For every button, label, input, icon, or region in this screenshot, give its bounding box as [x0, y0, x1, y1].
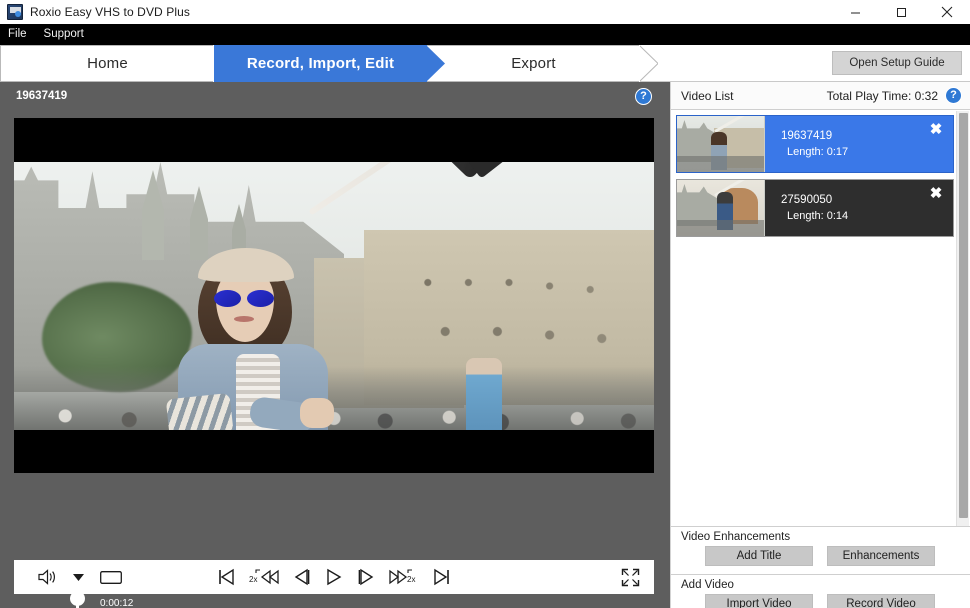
video-list-help-icon[interactable]: ?: [945, 87, 962, 104]
menu-item-file[interactable]: File: [6, 24, 36, 45]
video-enhancements-section: Video Enhancements Add Title Enhancement…: [671, 526, 970, 574]
window-controls: [832, 0, 970, 24]
preview-help-icon[interactable]: ?: [635, 88, 652, 105]
workflow-tabs: Home Record, Import, Edit Export: [0, 45, 970, 82]
remove-video-icon[interactable]: ✖: [929, 187, 943, 201]
scene-crowd: [14, 366, 654, 430]
play-icon[interactable]: [325, 568, 343, 586]
fullscreen-icon[interactable]: [621, 568, 640, 587]
menu-bar: File Support: [0, 24, 970, 45]
open-setup-guide-button[interactable]: Open Setup Guide: [832, 51, 962, 75]
title-bar: Roxio Easy VHS to DVD Plus: [0, 0, 970, 24]
skip-to-end-icon[interactable]: [433, 568, 451, 586]
tab-export-label: Export: [511, 55, 556, 72]
tab-home[interactable]: Home: [0, 45, 214, 82]
video-preview[interactable]: [14, 118, 654, 473]
scene-woman-sunglasses: [214, 290, 276, 307]
rewind-2x-icon[interactable]: 2x: [249, 568, 279, 586]
timeline-scrubber[interactable]: ? 0:00:12 0:17: [14, 598, 654, 608]
maximize-button[interactable]: [878, 0, 924, 24]
tab-chevron-icon: [639, 45, 658, 82]
video-item-name: 27590050: [781, 194, 953, 206]
total-play-time-label: Total Play Time: 0:32: [827, 89, 938, 103]
timeline-current-time: 0:00:12: [100, 598, 133, 608]
video-frame-image: [14, 162, 654, 430]
add-video-label: Add Video: [671, 575, 970, 594]
tab-record-import-edit[interactable]: Record, Import, Edit: [214, 45, 427, 82]
add-video-section: Add Video Import Video Record Video: [671, 574, 970, 608]
video-list-pane: Video List Total Play Time: 0:32 ? 19637…: [670, 82, 970, 608]
video-enhancements-label: Video Enhancements: [671, 527, 970, 546]
scrollbar-thumb[interactable]: [959, 113, 968, 518]
window-title: Roxio Easy VHS to DVD Plus: [30, 5, 190, 19]
preview-pane: 19637419 ?: [0, 82, 670, 608]
svg-text:2x: 2x: [249, 575, 257, 584]
scene-person: [466, 358, 502, 430]
fast-forward-2x-icon[interactable]: 2x: [389, 568, 419, 586]
menu-item-support[interactable]: Support: [42, 24, 93, 45]
total-play-time: Total Play Time: 0:32 ?: [827, 87, 962, 104]
enhancements-button[interactable]: Enhancements: [827, 546, 935, 566]
preview-clip-name: 19637419: [16, 90, 67, 102]
scene-woman-bag: [166, 393, 238, 430]
display-rectangle-icon[interactable]: [100, 571, 122, 584]
step-forward-icon[interactable]: [357, 568, 375, 586]
record-video-button[interactable]: Record Video: [827, 594, 935, 608]
tab-export[interactable]: Export: [427, 45, 640, 82]
svg-text:2x: 2x: [407, 575, 415, 584]
video-item-length: Length: 0:14: [781, 210, 953, 222]
minimize-button[interactable]: [832, 0, 878, 24]
video-list-title: Video List: [681, 89, 733, 103]
speaker-volume-icon[interactable]: [38, 569, 57, 585]
video-list-scrollbar[interactable]: [956, 111, 969, 526]
skip-to-start-icon[interactable]: [217, 568, 235, 586]
playback-controls: 2x: [14, 560, 654, 594]
scene-woman-hand: [300, 398, 334, 428]
video-thumbnail: [677, 116, 765, 172]
video-item-name: 19637419: [781, 130, 953, 142]
tab-chevron-left-icon: [214, 45, 233, 82]
import-video-button[interactable]: Import Video: [705, 594, 813, 608]
video-list-header: Video List Total Play Time: 0:32 ?: [671, 82, 970, 110]
step-back-icon[interactable]: [293, 568, 311, 586]
video-thumbnail: [677, 180, 765, 236]
video-list-item[interactable]: 27590050 Length: 0:14 ✖: [676, 179, 954, 237]
timeline-playhead[interactable]: [76, 600, 79, 608]
tab-record-import-edit-label: Record, Import, Edit: [247, 55, 394, 72]
scene-woman-lips: [234, 316, 254, 322]
video-item-length: Length: 0:17: [781, 146, 953, 158]
chevron-down-icon[interactable]: [73, 573, 84, 582]
add-title-button[interactable]: Add Title: [705, 546, 813, 566]
main-content: 19637419 ?: [0, 82, 970, 608]
app-logo-icon: [7, 4, 23, 20]
video-list-items: 19637419 Length: 0:17 ✖ 27590050 Length:…: [671, 111, 970, 526]
application-window: Roxio Easy VHS to DVD Plus File Support …: [0, 0, 970, 608]
remove-video-icon[interactable]: ✖: [929, 123, 943, 137]
tab-home-label: Home: [87, 55, 128, 72]
close-button[interactable]: [924, 0, 970, 24]
scene-woman-hat: [198, 248, 294, 282]
scene-woman: [184, 250, 314, 430]
video-list-item[interactable]: 19637419 Length: 0:17 ✖: [676, 115, 954, 173]
